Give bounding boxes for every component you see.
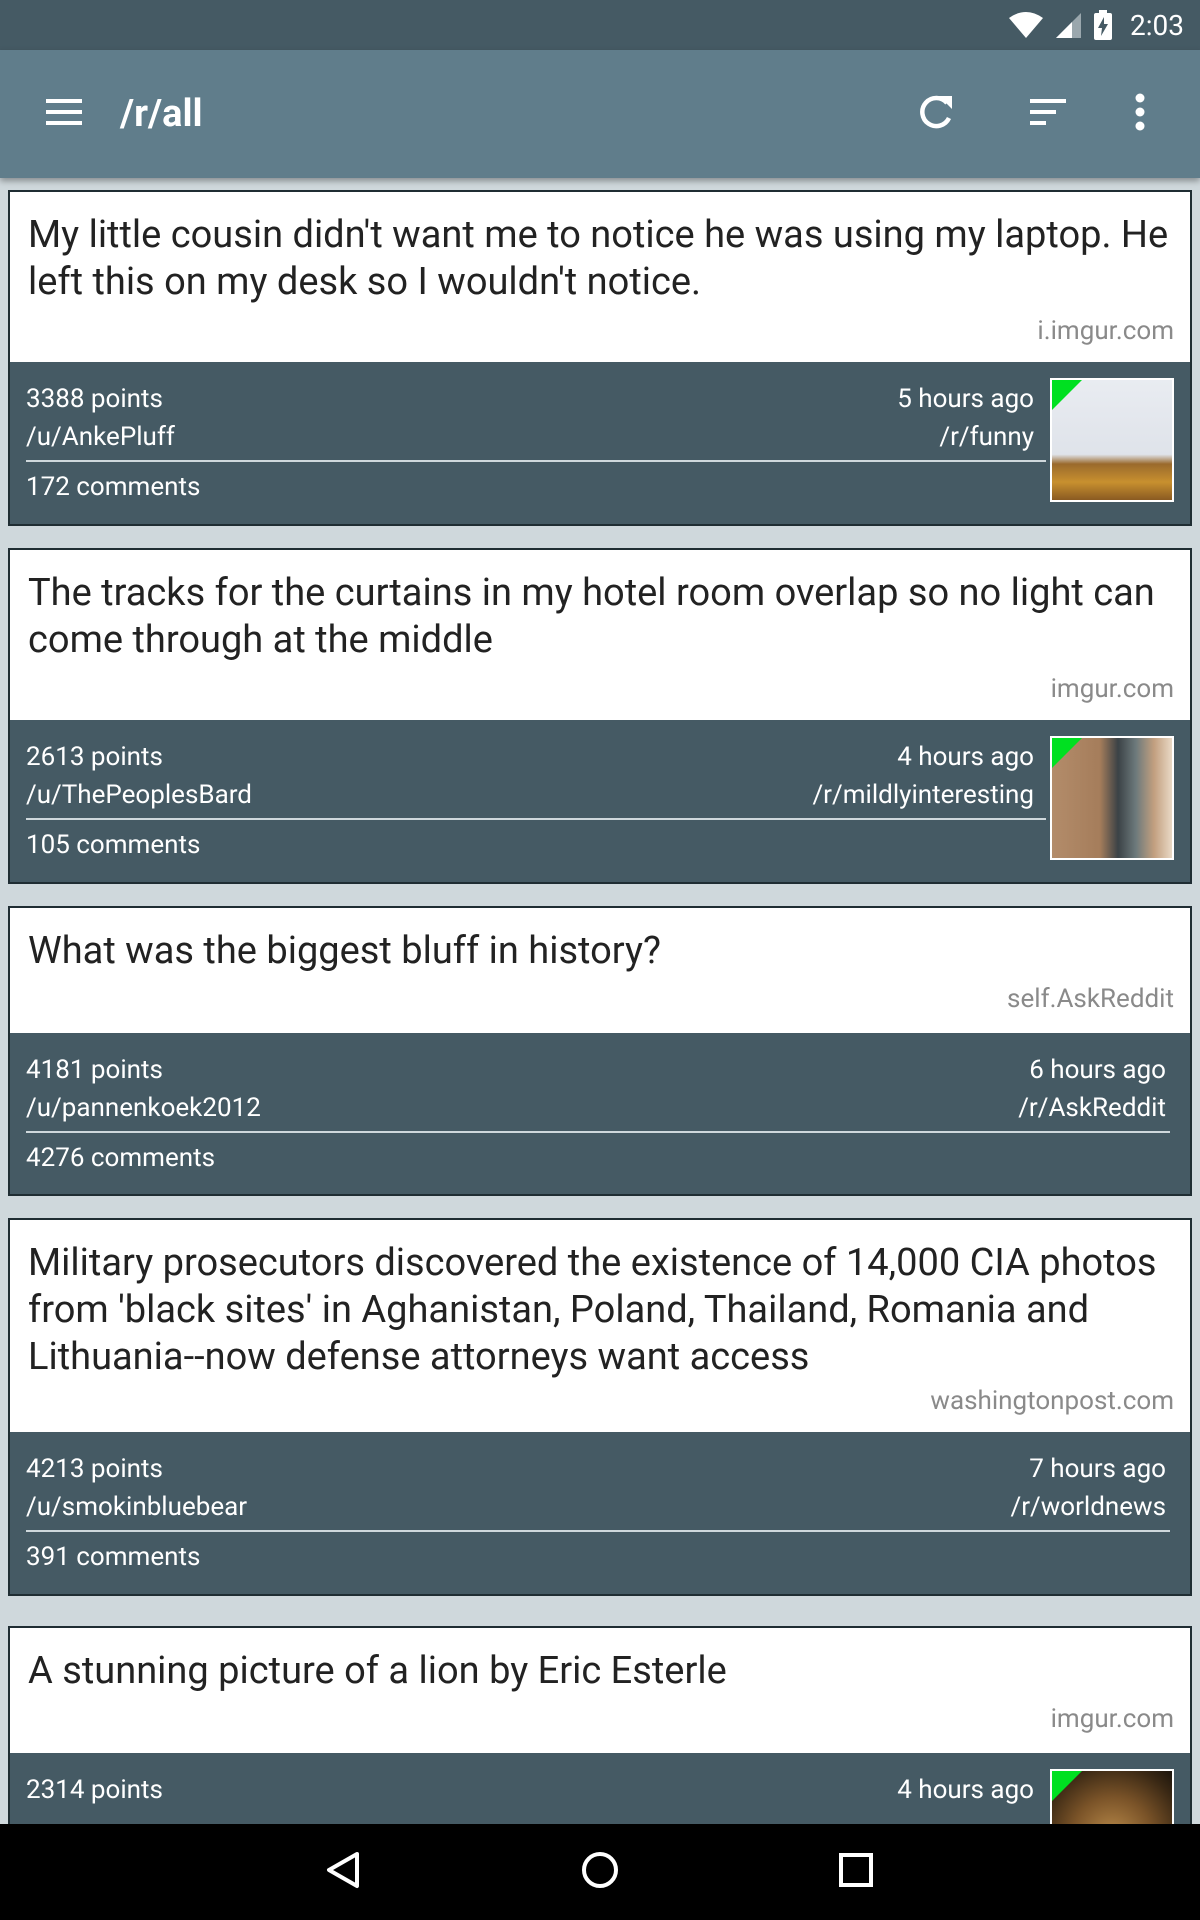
post-footer: 4181 points /u/pannenkoek2012 6 hours ag… (10, 1033, 1190, 1194)
recents-square-icon (836, 1850, 876, 1894)
post-domain: self.AskReddit (1007, 984, 1174, 1014)
thumbnail-flag (1052, 738, 1082, 768)
battery-charging-icon (1092, 9, 1114, 41)
post-author[interactable]: /u/pannenkoek2012 (26, 1089, 261, 1127)
post-meta-right: 6 hours ago /r/AskReddit (1018, 1051, 1166, 1127)
post-list[interactable]: My little cousin didn't want me to notic… (8, 190, 1192, 1824)
post-points: 2314 points (26, 1775, 163, 1805)
post-footer: 3388 points /u/AnkePluff 5 hours ago /r/… (10, 362, 1190, 524)
post-points: 3388 points (26, 384, 163, 414)
post-card[interactable]: My little cousin didn't want me to notic… (8, 190, 1192, 526)
back-button[interactable] (314, 1842, 374, 1902)
post-meta-right: 7 hours ago /r/worldnews (1010, 1450, 1166, 1526)
post-footer: 2613 points /u/ThePeoplesBard 4 hours ag… (10, 720, 1190, 882)
post-age: 4 hours ago (897, 1775, 1034, 1805)
app-bar: /r/all (0, 50, 1200, 178)
post-header[interactable]: My little cousin didn't want me to notic… (10, 192, 1190, 362)
post-meta-left: 2314 points (26, 1771, 163, 1809)
menu-button[interactable] (34, 84, 94, 144)
post-author[interactable]: /u/smokinbluebear (26, 1488, 247, 1526)
post-title[interactable]: Military prosecutors discovered the exis… (28, 1240, 1170, 1381)
post-header[interactable]: What was the biggest bluff in history? s… (10, 908, 1190, 1033)
post-thumbnail[interactable] (1050, 1769, 1174, 1824)
post-comments[interactable]: 391 comments (26, 1542, 200, 1572)
post-subreddit[interactable]: /r/mildlyinteresting (812, 776, 1034, 814)
post-comments[interactable]: 105 comments (26, 830, 200, 860)
post-header[interactable]: A stunning picture of a lion by Eric Est… (10, 1628, 1190, 1753)
system-nav-bar (0, 1824, 1200, 1920)
overflow-menu-button[interactable] (1110, 84, 1170, 144)
post-meta-right: 4 hours ago (897, 1771, 1034, 1809)
divider (26, 818, 1046, 820)
post-subreddit[interactable]: /r/worldnews (1010, 1488, 1166, 1526)
refresh-button[interactable] (906, 84, 966, 144)
status-icons: 2:03 (1008, 0, 1184, 50)
divider (26, 1131, 1170, 1133)
post-author[interactable]: /u/ThePeoplesBard (26, 776, 252, 814)
sort-button[interactable] (1018, 84, 1078, 144)
refresh-icon (916, 92, 956, 136)
recents-button[interactable] (826, 1842, 886, 1902)
post-age: 7 hours ago (1029, 1454, 1166, 1484)
post-card[interactable]: The tracks for the curtains in my hotel … (8, 548, 1192, 884)
divider (26, 1530, 1170, 1532)
home-button[interactable] (570, 1842, 630, 1902)
more-vert-icon (1134, 92, 1146, 136)
post-age: 4 hours ago (897, 742, 1034, 772)
post-domain: imgur.com (1050, 1704, 1174, 1734)
post-thumbnail[interactable] (1050, 736, 1174, 860)
post-card[interactable]: A stunning picture of a lion by Eric Est… (8, 1626, 1192, 1824)
post-domain: washingtonpost.com (930, 1386, 1174, 1416)
post-card[interactable]: Military prosecutors discovered the exis… (8, 1218, 1192, 1596)
post-thumbnail[interactable] (1050, 378, 1174, 502)
post-footer: 2314 points 4 hours ago (10, 1753, 1190, 1824)
post-meta-right: 4 hours ago /r/mildlyinteresting (812, 738, 1034, 814)
post-domain: imgur.com (1050, 674, 1174, 704)
post-meta-left: 2613 points /u/ThePeoplesBard (26, 738, 252, 814)
post-meta-left: 4181 points /u/pannenkoek2012 (26, 1051, 261, 1127)
post-title[interactable]: A stunning picture of a lion by Eric Est… (28, 1648, 1170, 1695)
post-header[interactable]: Military prosecutors discovered the exis… (10, 1220, 1190, 1432)
post-age: 5 hours ago (897, 384, 1034, 414)
status-clock: 2:03 (1130, 8, 1184, 42)
post-title[interactable]: My little cousin didn't want me to notic… (28, 212, 1170, 306)
post-subreddit[interactable]: /r/AskReddit (1018, 1089, 1166, 1127)
wifi-icon (1008, 11, 1044, 39)
post-subreddit[interactable]: /r/funny (897, 418, 1034, 456)
post-author[interactable]: /u/AnkePluff (26, 418, 175, 456)
post-meta-left: 4213 points /u/smokinbluebear (26, 1450, 247, 1526)
post-points: 2613 points (26, 742, 163, 772)
thumbnail-flag (1052, 1771, 1082, 1801)
post-meta-left: 3388 points /u/AnkePluff (26, 380, 175, 456)
post-header[interactable]: The tracks for the curtains in my hotel … (10, 550, 1190, 720)
post-footer: 4213 points /u/smokinbluebear 7 hours ag… (10, 1432, 1190, 1594)
post-domain: i.imgur.com (1037, 316, 1174, 346)
hamburger-menu-icon (44, 97, 84, 131)
post-points: 4213 points (26, 1454, 163, 1484)
post-comments[interactable]: 4276 comments (26, 1143, 215, 1173)
sort-icon (1028, 97, 1068, 131)
post-points: 4181 points (26, 1055, 163, 1085)
divider (26, 460, 1046, 462)
subreddit-title: /r/all (120, 92, 203, 136)
back-triangle-icon (324, 1850, 364, 1894)
post-title[interactable]: What was the biggest bluff in history? (28, 928, 1170, 975)
home-circle-icon (580, 1850, 620, 1894)
post-card[interactable]: What was the biggest bluff in history? s… (8, 906, 1192, 1196)
status-bar: 2:03 (0, 0, 1200, 50)
thumbnail-flag (1052, 380, 1082, 410)
cell-signal-icon (1054, 11, 1082, 39)
post-age: 6 hours ago (1029, 1055, 1166, 1085)
post-meta-right: 5 hours ago /r/funny (897, 380, 1034, 456)
post-comments[interactable]: 172 comments (26, 472, 200, 502)
post-title[interactable]: The tracks for the curtains in my hotel … (28, 570, 1170, 664)
